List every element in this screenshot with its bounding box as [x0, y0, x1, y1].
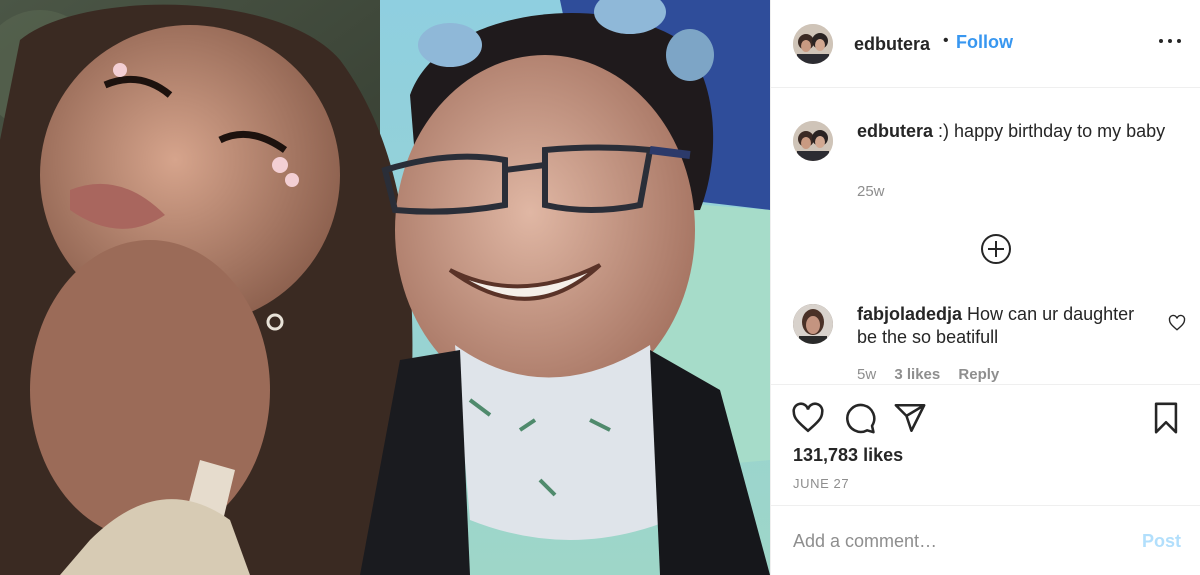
separator-dot: •: [943, 32, 949, 49]
comment-text: fabjoladedja How can ur daughter be the …: [857, 303, 1157, 349]
avatar-image: [793, 304, 833, 344]
bookmark-icon[interactable]: [1149, 401, 1183, 435]
author-avatar[interactable]: [793, 24, 833, 64]
post-actions: 131,783 likes JUNE 27: [771, 384, 1200, 504]
author-username[interactable]: edbutera: [854, 34, 930, 55]
avatar-image: [793, 121, 833, 161]
add-comment-bar: Post: [771, 505, 1200, 575]
comment-meta: 5w 3 likes Reply: [857, 366, 1013, 384]
commenter-username[interactable]: fabjoladedja: [857, 304, 962, 324]
post-date[interactable]: JUNE 27: [793, 476, 849, 491]
heart-icon[interactable]: [791, 401, 825, 435]
post-photo[interactable]: [0, 0, 770, 575]
follow-button[interactable]: Follow: [956, 32, 1013, 53]
instagram-post: edbutera • Follow edbutera :) happy birt…: [0, 0, 1200, 575]
comment-likes[interactable]: 3 likes: [894, 366, 940, 383]
commenter-avatar[interactable]: [793, 304, 833, 344]
selfie-photo-illustration: [0, 0, 770, 575]
comment-timestamp[interactable]: 5w: [857, 366, 876, 383]
caption-text: edbutera :) happy birthday to my baby: [857, 120, 1177, 143]
comment-input[interactable]: [793, 526, 1123, 556]
avatar-image: [793, 24, 833, 64]
reply-button[interactable]: Reply: [958, 366, 999, 383]
more-options-icon[interactable]: [1159, 30, 1181, 52]
comment-icon[interactable]: [843, 401, 877, 435]
comment-like-heart-icon[interactable]: [1168, 314, 1186, 332]
post-header: edbutera • Follow: [771, 0, 1200, 88]
post-side-panel: edbutera • Follow edbutera :) happy birt…: [770, 0, 1200, 575]
paper-plane-icon[interactable]: [893, 401, 927, 435]
post-comment-button[interactable]: Post: [1142, 531, 1181, 552]
likes-count[interactable]: 131,783 likes: [793, 445, 903, 466]
caption-username[interactable]: edbutera: [857, 121, 933, 141]
caption-timestamp[interactable]: 25w: [857, 183, 885, 200]
plus-circle-icon[interactable]: [980, 233, 1012, 265]
caption-body: :) happy birthday to my baby: [938, 121, 1166, 141]
caption-author-avatar[interactable]: [793, 121, 833, 161]
